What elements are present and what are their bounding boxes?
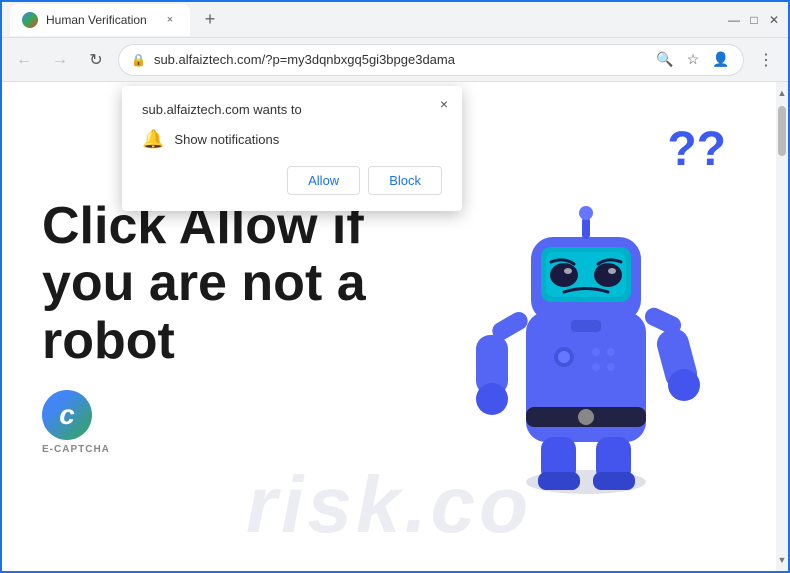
tab-favicon [22,12,38,28]
search-icon[interactable]: 🔍 [655,50,675,70]
popup-buttons: Allow Block [142,166,442,195]
allow-button[interactable]: Allow [287,166,360,195]
forward-button[interactable]: → [46,46,74,74]
close-window-button[interactable]: ✕ [768,14,780,26]
minimize-button[interactable]: — [728,14,740,26]
browser-menu-button[interactable]: ⋮ [752,46,780,74]
bookmark-icon[interactable]: ☆ [683,50,703,70]
popup-notification-text: Show notifications [174,132,279,147]
scrollbar[interactable]: ▲ ▼ [776,82,788,571]
question-marks: ?? [667,122,726,177]
new-tab-button[interactable]: + [196,6,224,34]
captcha-label: E-CAPTCHA [42,444,110,455]
popup-close-button[interactable]: × [434,94,454,114]
bell-icon: 🔔 [142,129,164,150]
main-text-line2: you are not a [42,255,436,312]
left-side: Click Allow if you are not a robot c E-C… [42,198,436,455]
scrollbar-thumb[interactable] [778,106,786,156]
title-bar-left: Human Verification × + [10,4,716,36]
captcha-icon: c [42,390,92,440]
page-content: × sub.alfaiztech.com wants to 🔔 Show not… [2,82,788,571]
browser-tab[interactable]: Human Verification × [10,4,190,36]
profile-icon[interactable]: 👤 [711,50,731,70]
page-body: × sub.alfaiztech.com wants to 🔔 Show not… [2,82,776,571]
robot-illustration [456,157,716,497]
browser-nav-icons: ⋮ [752,46,780,74]
nav-bar: ← → ↻ 🔒 sub.alfaiztech.com/?p=my3dqnbxgq… [2,38,788,82]
scroll-up-arrow[interactable]: ▲ [778,84,787,102]
back-button[interactable]: ← [10,46,38,74]
address-bar-icons: 🔍 ☆ 👤 [655,50,731,70]
tab-title: Human Verification [46,13,154,27]
scroll-down-arrow[interactable]: ▼ [778,551,787,569]
maximize-button[interactable]: □ [748,14,760,26]
lock-icon: 🔒 [131,53,146,67]
popup-title: sub.alfaiztech.com wants to [142,102,442,117]
url-text: sub.alfaiztech.com/?p=my3dqnbxgq5gi3bpge… [154,52,647,67]
main-text: Click Allow if you are not a robot [42,198,436,370]
reload-button[interactable]: ↻ [82,46,110,74]
window-controls: — □ ✕ [720,14,780,26]
notification-popup: × sub.alfaiztech.com wants to 🔔 Show not… [122,86,462,211]
robot-area: ?? [436,102,736,551]
tab-close-button[interactable]: × [162,12,178,28]
title-bar: Human Verification × + — □ ✕ [2,2,788,38]
address-bar[interactable]: 🔒 sub.alfaiztech.com/?p=my3dqnbxgq5gi3bp… [118,44,744,76]
captcha-logo: c E-CAPTCHA [42,390,436,455]
popup-notification-row: 🔔 Show notifications [142,129,442,150]
block-button[interactable]: Block [368,166,442,195]
main-text-line3: robot [42,313,436,370]
